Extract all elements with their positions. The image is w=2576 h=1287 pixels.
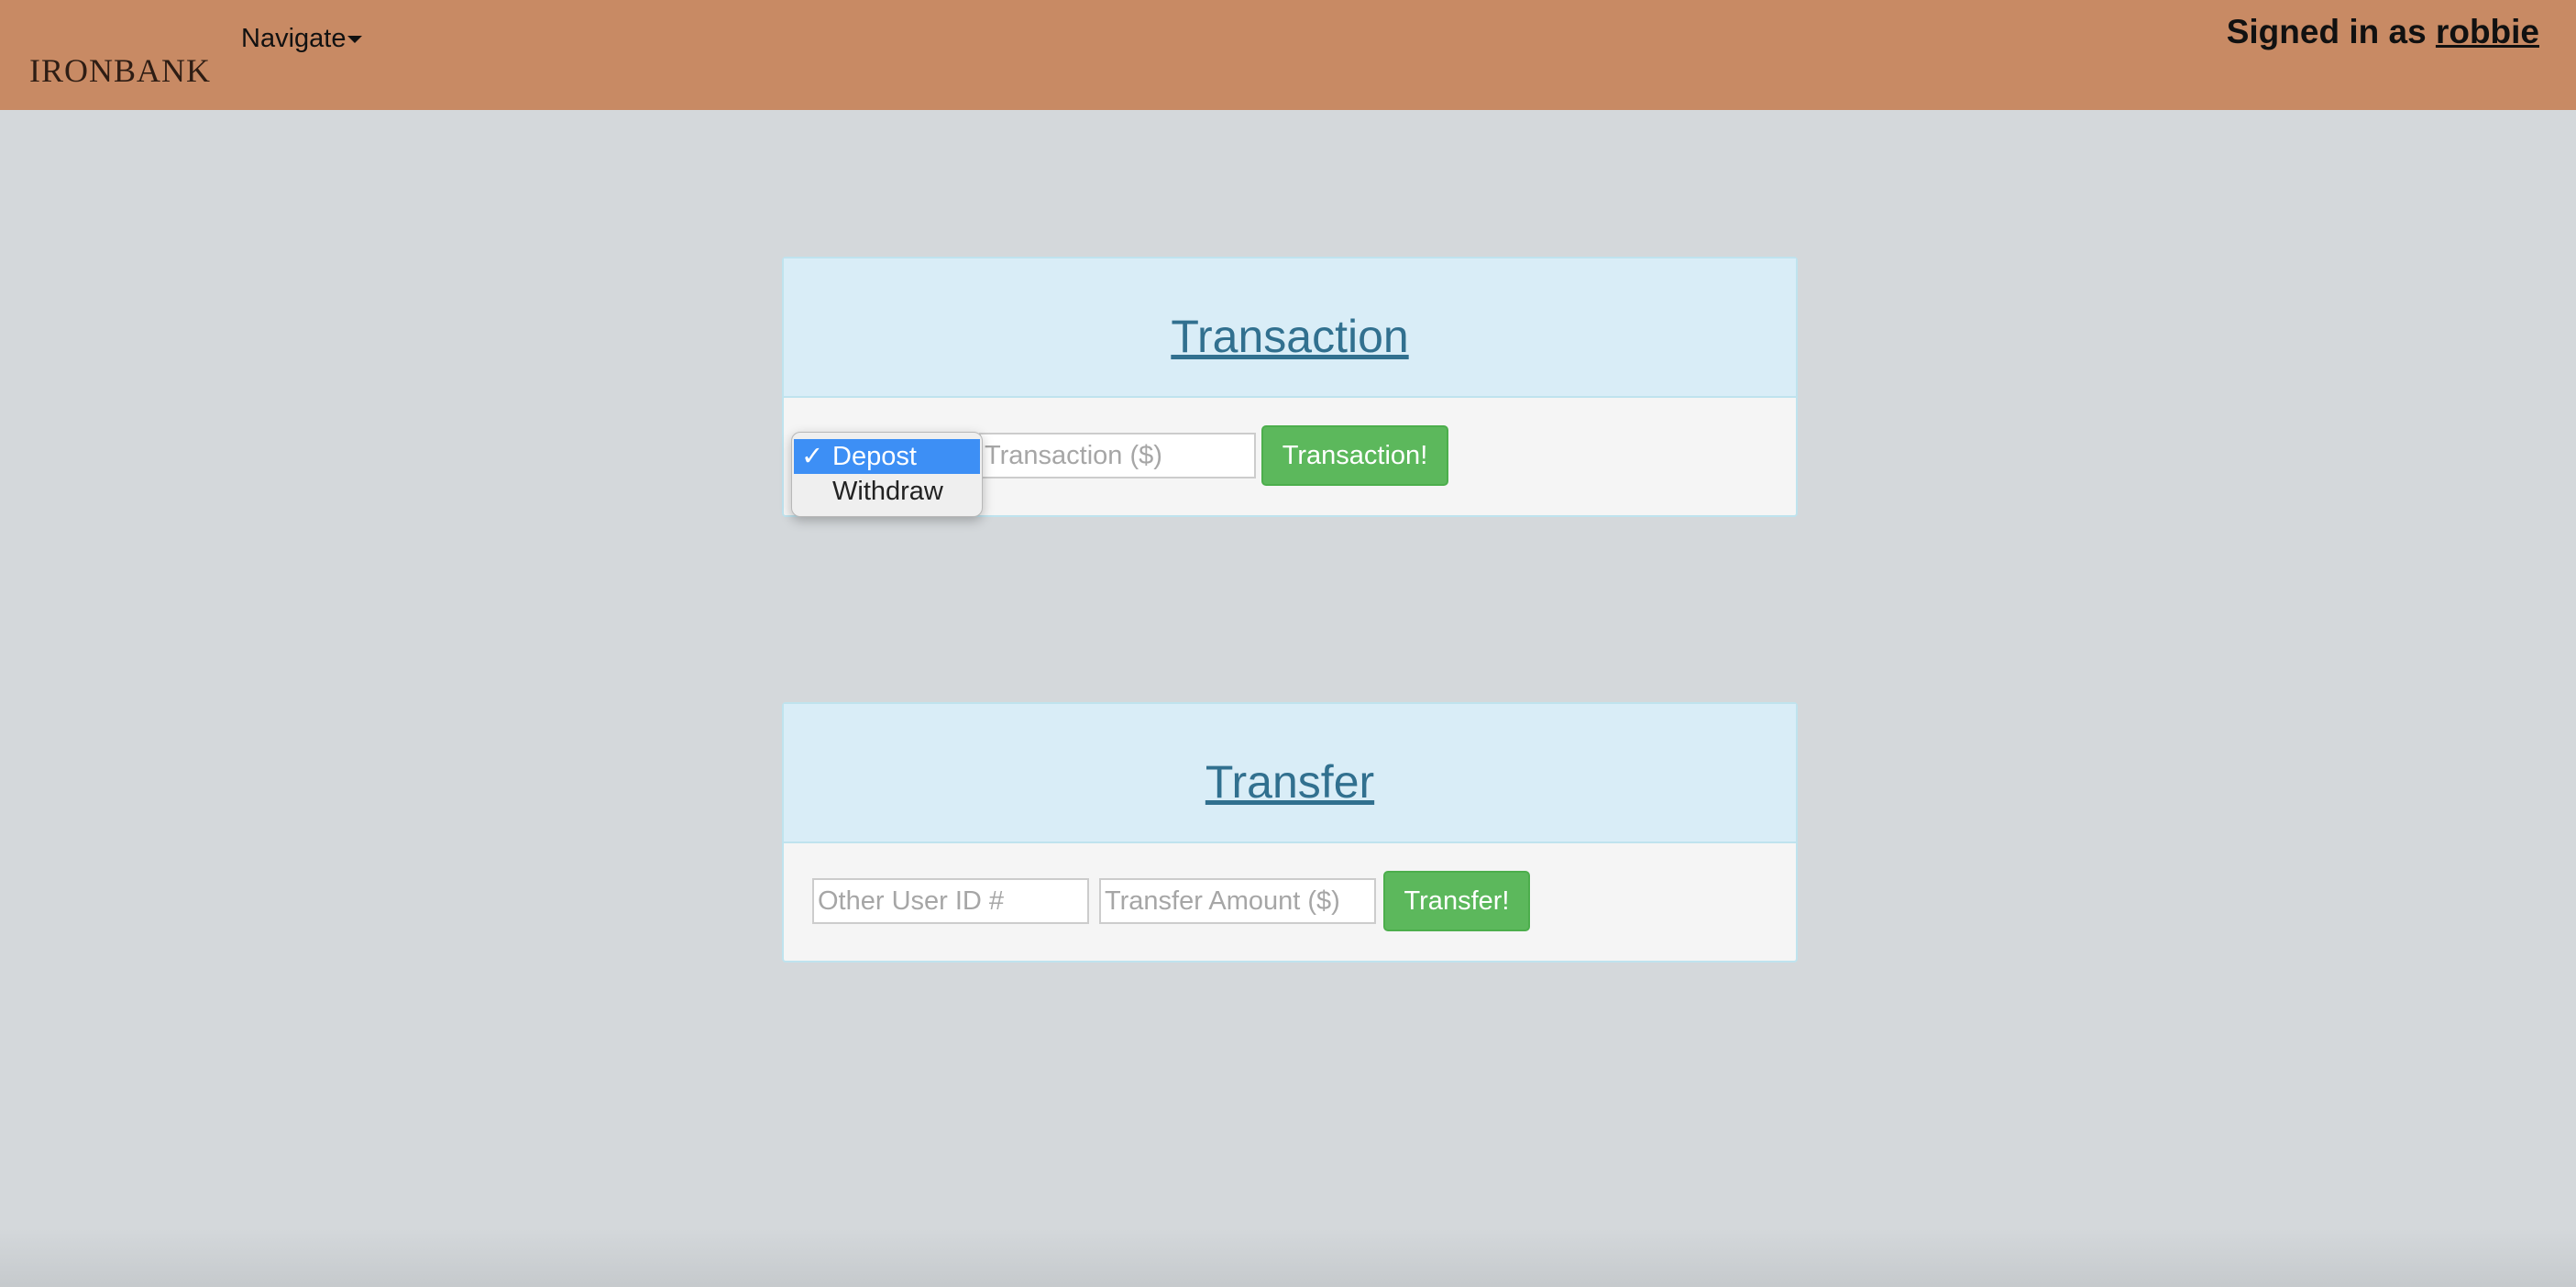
transaction-amount-input[interactable]: Transaction ($) [979, 433, 1256, 478]
transfer-title[interactable]: Transfer [1205, 755, 1374, 808]
navigate-dropdown[interactable]: Navigate [241, 24, 363, 54]
bottom-edge-shadow [0, 1228, 2576, 1287]
navigate-label: Navigate [241, 24, 347, 53]
other-user-id-input[interactable]: Other User ID # [812, 878, 1089, 924]
select-option-withdraw[interactable]: Withdraw [794, 474, 980, 509]
transfer-amount-input[interactable]: Transfer Amount ($) [1099, 878, 1376, 924]
option-label: Depost [832, 442, 917, 471]
top-navbar: IRONBANK Navigate Signed in as robbie [0, 0, 2576, 110]
select-option-deposit[interactable]: ✓ Depost [794, 439, 980, 474]
option-label: Withdraw [832, 477, 943, 506]
signed-in-prefix: Signed in as [2226, 13, 2436, 50]
transaction-submit-button[interactable]: Transaction! [1261, 425, 1448, 486]
checkmark-icon: ✓ [801, 442, 824, 471]
transfer-panel-heading: Transfer [784, 704, 1796, 843]
username-link[interactable]: robbie [2436, 13, 2539, 50]
transfer-panel: Transfer Other User ID # Transfer Amount… [782, 702, 1798, 962]
transaction-panel-heading: Transaction [784, 258, 1796, 398]
caret-down-icon [347, 36, 363, 44]
transfer-panel-body: Other User ID # Transfer Amount ($) Tran… [784, 843, 1796, 959]
iron-bank-logo[interactable]: IRONBANK [29, 51, 211, 90]
transaction-type-select-menu[interactable]: ✓ Depost Withdraw [791, 432, 983, 517]
signed-in-status: Signed in as robbie [2227, 13, 2539, 51]
transfer-submit-button[interactable]: Transfer! [1383, 871, 1530, 931]
transaction-title[interactable]: Transaction [1171, 310, 1408, 363]
